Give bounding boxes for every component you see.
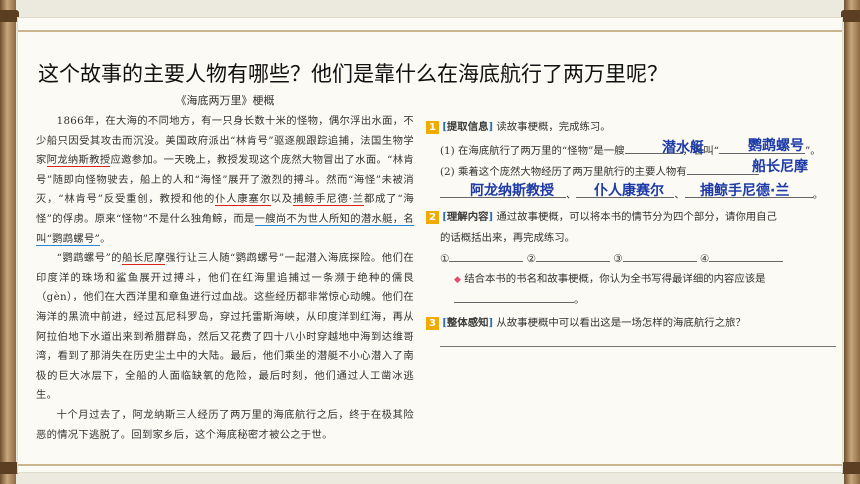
exercise-2-instruction-cont: 的话概括出来，再完成练习。 <box>440 232 576 244</box>
blank-detailed[interactable] <box>454 291 574 303</box>
exercise-3-header: 3 [整体感知] 从故事梗概中可以看出这是一场怎样的海底航行之旅？ <box>426 314 746 330</box>
story-paragraph-2: “鹦鹉螺号”的船长尼摩强行让三人随“鹦鹉螺号”一起潜入海底探险。他们在印度洋的珠… <box>36 249 414 406</box>
handwritten-answer-nautilus: 鹦鹉螺号 <box>748 138 804 154</box>
part-3-label: ③ <box>613 253 623 265</box>
story-paragraph-1: 1866年，在大海的不同地方，有一只身长数十米的怪物，偶尔浮出水面，不少船只因受… <box>36 112 414 249</box>
exercise-2-answer-line: 。 <box>454 291 584 306</box>
part-1-label: ① <box>440 253 450 265</box>
scroll-rod-left <box>0 0 19 484</box>
bullet-icon: ◆ <box>454 275 461 285</box>
slide-question: 这个故事的主要人物有哪些？他们是靠什么在海底航行了两万里呢？ <box>38 62 668 86</box>
exercise-instruction: 通过故事梗概，可以将本书的情节分为四个部分，请你用自己 <box>496 211 777 223</box>
exercise-instruction: 从故事梗概中可以看出这是一场怎样的海底航行之旅？ <box>496 317 746 329</box>
blank-part-4[interactable] <box>709 250 784 262</box>
sep: 。 <box>812 189 824 201</box>
handwritten-answer-professor: 阿龙纳斯教授 <box>470 183 554 199</box>
top-divider <box>18 30 842 32</box>
exercise-2-header: 2 [理解内容] 通过故事梗概，可以将本书的情节分为四个部分，请你用自己 <box>426 208 777 224</box>
exercise-tag: [整体感知] <box>442 317 494 329</box>
bottom-divider <box>18 464 842 466</box>
story-text: 以及 <box>270 193 294 206</box>
exercise-number-badge: 1 <box>426 120 439 134</box>
part-2-label: ② <box>526 253 536 265</box>
underlined-captain: 船长尼摩 <box>122 252 166 266</box>
blank-char-1[interactable] <box>686 163 759 175</box>
exercise-2-question: ◆ 结合本书的书名和故事梗概，你认为全书写得最详细的内容应该是 <box>454 270 766 285</box>
story-text: “鹦鹉螺号”的 <box>56 252 123 265</box>
rod-cap-bottom-left <box>0 462 19 474</box>
story-text: 。 <box>100 232 111 245</box>
rod-cap-top-right <box>841 10 860 22</box>
part-4-label: ④ <box>699 253 710 265</box>
story-summary: 《海底两万里》梗概 1866年，在大海的不同地方，有一只身长数十米的怪物，偶尔浮… <box>36 92 414 445</box>
exercise-2-question-text: 结合本书的书名和故事梗概，你认为全书写得最详细的内容应该是 <box>464 273 766 285</box>
q2-text: (2) 乘着这个庞然大物经历了两万里航行的主要人物有 <box>440 166 687 178</box>
story-title: 《海底两万里》梗概 <box>175 94 275 107</box>
exercise-tag: [理解内容] <box>442 211 494 223</box>
handwritten-answer-whaler: 捕鲸手尼德·兰 <box>700 183 790 199</box>
story-text: 强行让三人随“鹦鹉螺号”一起潜入海底探险。他们在印度洋的珠场和鲨鱼展开过搏斗，他… <box>36 252 414 402</box>
exercise-tag: [提取信息] <box>442 121 494 133</box>
underlined-professor: 阿龙纳斯教授 <box>46 154 111 168</box>
exercise-1-header: 1 [提取信息] 读故事梗概，完成练习。 <box>426 118 611 134</box>
underlined-whaler: 捕鲸手尼德·兰 <box>293 193 364 207</box>
rod-cap-bottom-right <box>841 462 860 474</box>
exercise-number-badge: 3 <box>426 316 439 330</box>
exercise-1-q2: (2) 乘着这个庞然大物经历了两万里航行的主要人物有 <box>440 163 759 178</box>
story-paragraph-3: 十个月过去了，阿龙纳斯三人经历了两万里的海底航行之后，终于在极其险恶的情况下逃脱… <box>36 408 414 441</box>
exercise-number-badge: 2 <box>426 210 439 224</box>
sep: 、 <box>674 189 685 201</box>
exercise-instruction: 读故事梗概，完成练习。 <box>496 121 611 133</box>
blank-part-3[interactable] <box>622 250 697 262</box>
blank-part-1[interactable] <box>449 250 524 262</box>
handwritten-answer-submarine: 潜水艇 <box>662 140 704 156</box>
handwritten-answer-captain: 船长尼摩 <box>752 159 808 175</box>
rod-cap-top-left <box>0 10 19 22</box>
scroll-rod-right <box>841 0 860 484</box>
answer-line-1[interactable] <box>440 346 836 347</box>
q1-text: (1) 在海底航行了两万里的“怪物”是一艘 <box>440 145 625 157</box>
sep: 。 <box>574 294 585 306</box>
handwritten-answer-servant: 仆人康赛尔 <box>594 183 664 199</box>
underlined-servant: 仆人康塞尔 <box>215 193 271 207</box>
sep: 、 <box>566 189 577 201</box>
blank-part-2[interactable] <box>535 250 610 262</box>
exercise-2-parts: ① ② ③ ④ <box>440 250 784 265</box>
